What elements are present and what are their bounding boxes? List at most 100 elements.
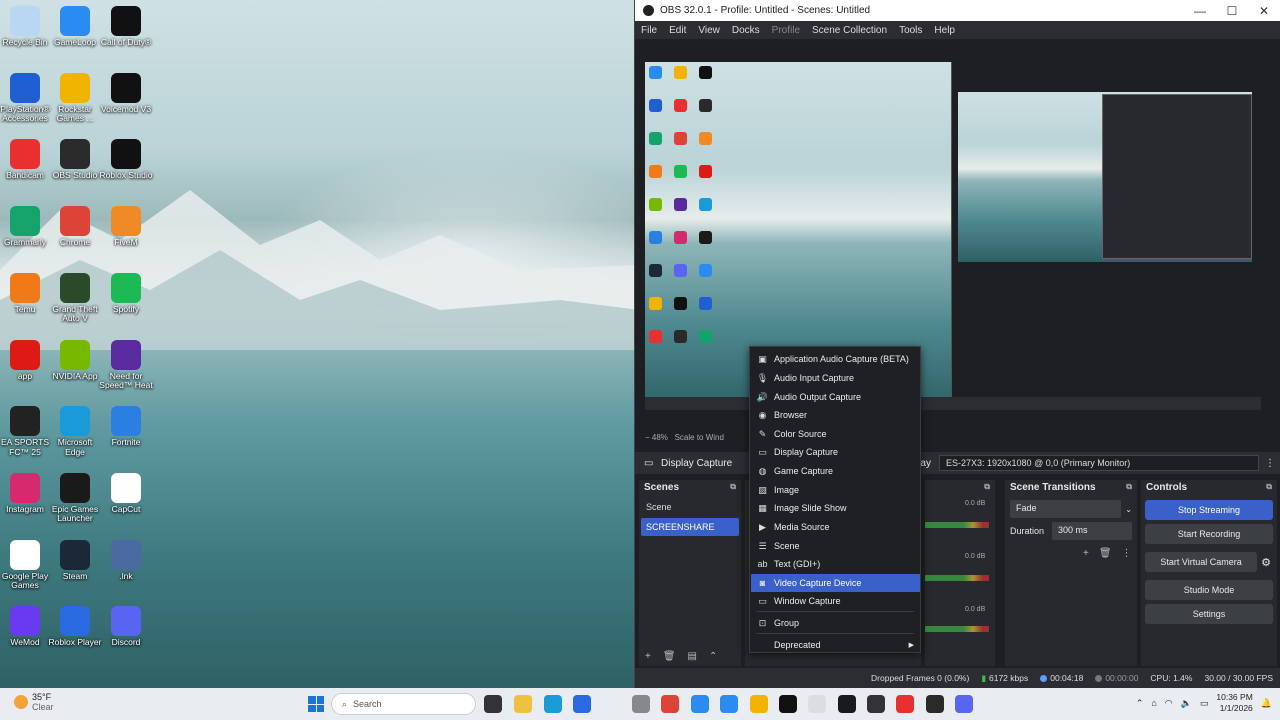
menu-item-image[interactable]: ▨ Image (751, 481, 920, 499)
desktop-icon[interactable]: Discord (98, 606, 154, 648)
menu-tools[interactable]: Tools (899, 25, 922, 36)
desktop-icon[interactable]: .lnk (98, 539, 154, 582)
settings-button[interactable]: Settings (1145, 604, 1273, 624)
app-icon[interactable] (867, 695, 885, 713)
file-explorer-icon[interactable] (484, 695, 502, 713)
desktop-icon[interactable]: Epic Games Launcher (47, 472, 103, 524)
rockstar-icon[interactable] (750, 695, 768, 713)
desktop-icon[interactable]: NVIDIA App (47, 339, 103, 382)
start-recording-button[interactable]: Start Recording (1145, 524, 1273, 544)
menu-item-deprecated[interactable]: Deprecated ▶ (751, 636, 920, 654)
scene-filter-icon[interactable]: ▤ (688, 651, 697, 662)
menu-item-audio-input-capture[interactable]: 🎙 Audio Input Capture (751, 369, 920, 387)
network-icon[interactable]: ⌂ (1151, 698, 1156, 708)
menu-item-media-source[interactable]: ▶ Media Source (751, 518, 920, 536)
dock-float-icon[interactable]: ⧉ (984, 482, 990, 494)
app-icon[interactable] (691, 695, 709, 713)
desktop-icon[interactable]: FiveM (98, 206, 154, 248)
desktop-icon[interactable]: Bandicam (0, 139, 53, 181)
desktop-icon[interactable]: Steam (47, 539, 103, 582)
dock-float-icon[interactable]: ⧉ (1126, 482, 1132, 494)
menu-item-scene[interactable]: ☰ Scene (751, 537, 920, 555)
more-icon[interactable]: ⋮ (1122, 548, 1132, 559)
desktop-icon[interactable]: PlayStation® Accessories (0, 72, 53, 124)
desktop-icon[interactable]: Recycle Bin (0, 6, 53, 48)
volume-icon[interactable]: 🔈 (1181, 698, 1192, 709)
discord-icon[interactable] (955, 695, 973, 713)
voicemod-icon[interactable] (779, 695, 797, 713)
desktop-icon[interactable]: Google Play Games (0, 539, 53, 591)
start-virtual-camera-button[interactable]: Start Virtual Camera (1145, 552, 1258, 572)
menu-item-application-audio-capture-beta[interactable]: ▣ Application Audio Capture (BETA) (751, 350, 920, 368)
desktop-icon[interactable]: Need for Speed™ Heat (98, 339, 154, 391)
maximize-button[interactable]: ☐ (1216, 4, 1248, 18)
menu-docks[interactable]: Docks (732, 25, 760, 36)
stop-streaming-button[interactable]: Stop Streaming (1145, 500, 1273, 520)
chevron-up-icon[interactable]: ⌃ (1136, 698, 1144, 709)
studio-mode-button[interactable]: Studio Mode (1145, 580, 1273, 600)
remove-scene-icon[interactable]: 🗑 (663, 651, 676, 662)
desktop-icon[interactable]: Roblox Player (47, 606, 103, 648)
obs-preview[interactable] (645, 62, 1261, 410)
desktop-icon[interactable]: Roblox Studio (98, 139, 154, 181)
desktop-icon[interactable]: OBS Studio (47, 139, 103, 181)
desktop-icon[interactable]: Chrome (47, 206, 103, 248)
epic-games-icon[interactable] (838, 695, 856, 713)
add-transition-icon[interactable]: + (1083, 548, 1089, 559)
desktop-icon[interactable]: CapCut (98, 472, 154, 515)
desktop-icon[interactable]: EA SPORTS FC™ 25 (0, 406, 53, 457)
menu-scene-collection[interactable]: Scene Collection (812, 25, 887, 36)
taskbar-search[interactable]: ⌕ Search (331, 693, 476, 715)
obs-icon[interactable] (926, 695, 944, 713)
desktop-icon[interactable]: Grand Theft Auto V (47, 272, 103, 324)
app-icon[interactable] (632, 695, 650, 713)
desktop-icon[interactable]: Instagram (0, 472, 53, 515)
weather-widget[interactable]: 35°F Clear (14, 692, 54, 712)
file-icon[interactable] (808, 695, 826, 713)
store-icon[interactable] (573, 695, 591, 713)
scene-item[interactable]: Scene (641, 498, 739, 516)
clock[interactable]: 10:36 PM 1/1/2026 (1216, 692, 1252, 714)
dock-float-icon[interactable]: ⧉ (730, 482, 736, 494)
edge-icon[interactable] (544, 695, 562, 713)
menu-item-audio-output-capture[interactable]: 🔊 Audio Output Capture (751, 388, 920, 406)
scale-to-window-label[interactable]: Scale to Wind (675, 433, 724, 442)
desktop-icon[interactable]: WeMod (0, 606, 53, 648)
menu-item-display-capture[interactable]: ▭ Display Capture (751, 443, 920, 461)
more-icon[interactable]: ⋮ (1265, 458, 1275, 469)
menu-file[interactable]: File (641, 25, 657, 36)
display-select[interactable]: ES-27X3: 1920x1080 @ 0,0 (Primary Monito… (939, 455, 1259, 471)
scene-item-screenshare[interactable]: SCREENSHARE (641, 518, 739, 536)
menu-view[interactable]: View (698, 25, 720, 36)
start-button[interactable] (308, 696, 324, 712)
folder-icon[interactable] (514, 695, 532, 713)
desktop-icon[interactable]: Spotify (98, 272, 154, 315)
desktop-icon[interactable]: Call of Duty® (98, 6, 154, 48)
duration-input[interactable]: 300 ms (1052, 522, 1132, 540)
gameloop-icon[interactable] (720, 695, 738, 713)
menu-edit[interactable]: Edit (669, 25, 686, 36)
chevron-down-icon[interactable]: ⌄ (1125, 505, 1132, 514)
menu-item-game-capture[interactable]: ◍ Game Capture (751, 462, 920, 480)
menu-item-video-capture-device[interactable]: ◙ Video Capture Device (751, 574, 920, 592)
desktop-icon[interactable]: app (0, 339, 53, 382)
menu-help[interactable]: Help (934, 25, 955, 36)
desktop-icon[interactable]: Voicemod V3 (98, 72, 154, 115)
menu-item-color-source[interactable]: ✎ Color Source (751, 425, 920, 443)
desktop-icon[interactable]: Grammarly (0, 206, 53, 248)
battery-icon[interactable]: ▭ (1200, 698, 1209, 709)
close-button[interactable]: ✕ (1248, 4, 1280, 18)
transition-select[interactable]: Fade (1010, 500, 1122, 518)
notifications-icon[interactable]: 🔔 (1261, 698, 1272, 709)
wifi-icon[interactable]: ◠ (1165, 698, 1173, 709)
desktop-icon[interactable]: Fortnite (98, 406, 154, 448)
obs-titlebar[interactable]: OBS 32.0.1 - Profile: Untitled - Scenes:… (635, 0, 1280, 21)
move-up-icon[interactable]: ⌃ (709, 651, 717, 662)
menu-item-browser[interactable]: ◉ Browser (751, 406, 920, 424)
menu-item-image-slide-show[interactable]: ▦ Image Slide Show (751, 499, 920, 517)
menu-item-text-gdi[interactable]: ab Text (GDI+) (751, 555, 920, 573)
add-scene-icon[interactable]: + (645, 651, 651, 662)
bandicam-icon[interactable] (896, 695, 914, 713)
desktop-icon[interactable]: GameLoop (47, 6, 103, 48)
desktop-icon[interactable]: Temu (0, 272, 53, 315)
